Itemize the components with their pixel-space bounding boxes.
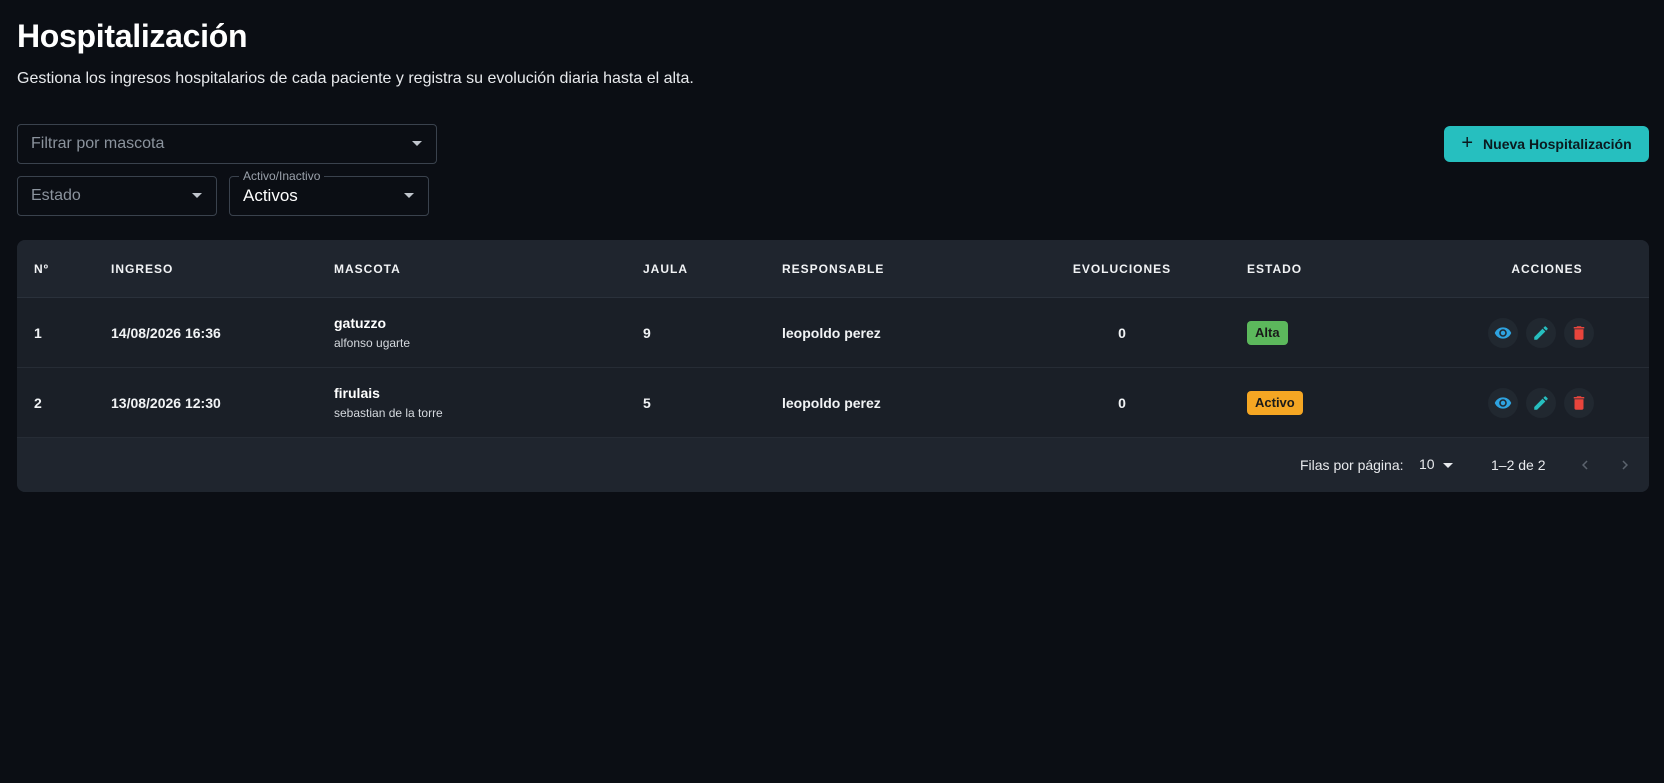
column-header-estado[interactable]: ESTADO [1247, 240, 1302, 298]
activo-filter-select[interactable]: Activo/Inactivo Activos [229, 169, 429, 216]
new-hospitalization-button[interactable]: + Nueva Hospitalización [1444, 126, 1649, 162]
activo-filter-label: Activo/Inactivo [239, 169, 325, 183]
plus-icon: + [1461, 132, 1474, 154]
owner-name: sebastian de la torre [334, 406, 443, 420]
view-button[interactable] [1488, 388, 1518, 418]
eye-icon [1494, 327, 1512, 339]
rows-per-page-label: Filas por página: [1300, 457, 1404, 473]
page: Hospitalización Gestiona los ingresos ho… [0, 0, 1664, 783]
row-actions [1488, 388, 1594, 418]
delete-button[interactable] [1564, 388, 1594, 418]
cell-jaula: 5 [643, 395, 651, 411]
activo-filter-value: Activos [243, 186, 298, 205]
chevron-down-icon [404, 193, 414, 198]
cell-no: 1 [34, 325, 42, 341]
owner-name: alfonso ugarte [334, 336, 411, 350]
mascota-filter-placeholder: Filtrar por mascota [31, 135, 165, 152]
new-hospitalization-label: Nueva Hospitalización [1483, 136, 1632, 152]
cell-evoluciones: 0 [1118, 395, 1126, 411]
previous-page-button[interactable] [1571, 451, 1599, 479]
rows-per-page-value: 10 [1419, 456, 1435, 472]
table-header: Nº INGRESO MASCOTA JAULA RESPONSABLE EVO… [17, 240, 1649, 298]
column-header-mascota[interactable]: MASCOTA [334, 240, 401, 298]
estado-filter-placeholder: Estado [31, 187, 81, 204]
column-header-responsable[interactable]: RESPONSABLE [782, 240, 884, 298]
mascota-filter-select[interactable]: Filtrar por mascota [17, 124, 437, 164]
delete-button[interactable] [1564, 318, 1594, 348]
pagination-range: 1–2 de 2 [1491, 457, 1546, 473]
cell-ingreso: 13/08/2026 12:30 [111, 395, 221, 411]
column-header-evoluciones[interactable]: EVOLUCIONES [1037, 240, 1207, 298]
status-badge: Alta [1247, 321, 1288, 345]
cell-responsable: leopoldo perez [782, 395, 881, 411]
cell-responsable: leopoldo perez [782, 325, 881, 341]
cell-ingreso: 14/08/2026 16:36 [111, 325, 221, 341]
table-pagination: Filas por página: 10 1–2 de 2 [17, 438, 1649, 492]
trash-icon [1573, 326, 1585, 340]
chevron-left-icon [1582, 460, 1588, 470]
cell-mascota: gatuzzo alfonso ugarte [334, 314, 410, 352]
status-badge: Activo [1247, 391, 1303, 415]
page-subtitle: Gestiona los ingresos hospitalarios de c… [17, 70, 694, 87]
pet-name: firulais [334, 385, 380, 401]
pencil-icon [1534, 396, 1548, 410]
row-actions [1488, 318, 1594, 348]
edit-button[interactable] [1526, 318, 1556, 348]
cell-evoluciones: 0 [1118, 325, 1126, 341]
chevron-down-icon [1443, 463, 1453, 468]
column-header-ingreso[interactable]: INGRESO [111, 240, 173, 298]
cell-jaula: 9 [643, 325, 651, 341]
trash-icon [1573, 396, 1585, 410]
eye-icon [1494, 397, 1512, 409]
column-header-jaula[interactable]: JAULA [643, 240, 688, 298]
view-button[interactable] [1488, 318, 1518, 348]
table-row[interactable]: 2 13/08/2026 12:30 firulais sebastian de… [17, 368, 1649, 438]
page-title: Hospitalización [17, 18, 248, 54]
next-page-button[interactable] [1611, 451, 1639, 479]
edit-button[interactable] [1526, 388, 1556, 418]
rows-per-page-select[interactable]: 10 [1419, 452, 1459, 478]
column-header-acciones: ACCIONES [1511, 262, 1583, 276]
chevron-down-icon [192, 193, 202, 198]
cell-mascota: firulais sebastian de la torre [334, 384, 443, 422]
cell-no: 2 [34, 395, 42, 411]
table-row[interactable]: 1 14/08/2026 16:36 gatuzzo alfonso ugart… [17, 298, 1649, 368]
estado-filter-select[interactable]: Estado [17, 176, 217, 216]
hospitalization-table: Nº INGRESO MASCOTA JAULA RESPONSABLE EVO… [17, 240, 1649, 492]
chevron-right-icon [1622, 460, 1628, 470]
column-header-no[interactable]: Nº [34, 240, 49, 298]
pencil-icon [1534, 326, 1548, 340]
chevron-down-icon [412, 141, 422, 146]
pet-name: gatuzzo [334, 315, 387, 331]
